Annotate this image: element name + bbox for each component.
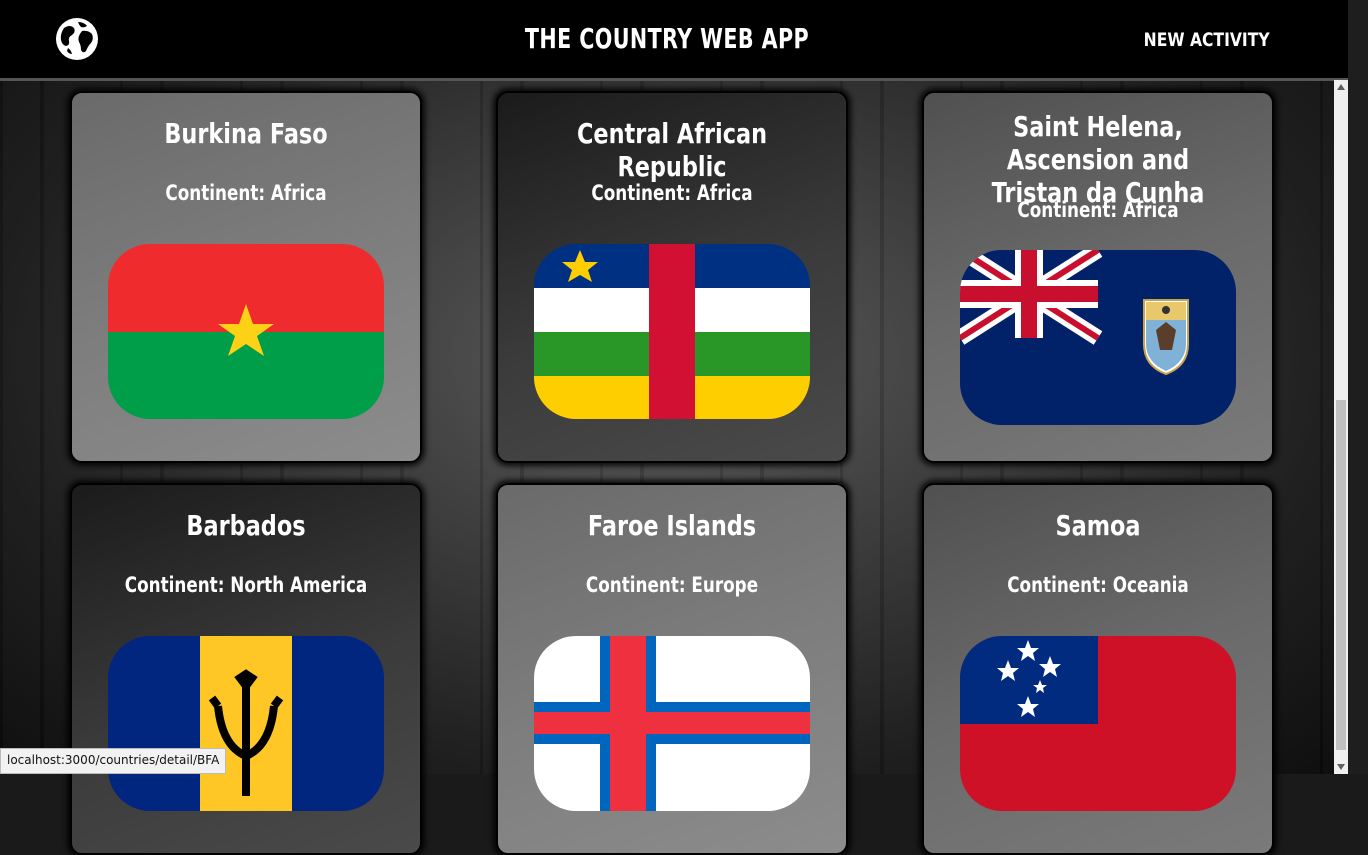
country-name: Barbados xyxy=(186,509,306,542)
country-card[interactable]: Central African Republic Continent: Afri… xyxy=(496,91,848,463)
country-continent: Continent: North America xyxy=(124,573,368,597)
app-title: THE COUNTRY WEB APP xyxy=(524,22,810,55)
central-african-republic-flag xyxy=(534,244,810,419)
new-activity-link[interactable]: NEW ACTIVITY xyxy=(1144,29,1270,51)
country-name: Burkina Faso xyxy=(164,117,328,150)
country-continent: Continent: Oceania xyxy=(1007,573,1189,597)
country-name: Central African Republic xyxy=(576,117,768,183)
country-card[interactable]: Burkina Faso Continent: Africa xyxy=(70,91,422,463)
country-continent: Continent: Africa xyxy=(165,181,327,205)
scroll-down-icon[interactable] xyxy=(1337,764,1345,770)
country-card[interactable]: Samoa Continent: Oceania xyxy=(922,483,1274,855)
country-continent: Continent: Africa xyxy=(1017,198,1179,222)
scroll-up-icon[interactable] xyxy=(1337,84,1345,90)
top-navbar: THE COUNTRY WEB APP NEW ACTIVITY xyxy=(0,0,1348,81)
faroe-islands-flag xyxy=(534,636,810,811)
country-continent: Continent: Europe xyxy=(585,573,759,597)
country-name: Saint Helena, Ascension and Tristan da C… xyxy=(991,110,1205,209)
window-edge xyxy=(1348,0,1368,774)
globe-icon[interactable] xyxy=(54,16,100,62)
samoa-flag xyxy=(960,636,1236,811)
status-bar-url: localhost:3000/countries/detail/BFA xyxy=(0,748,227,774)
country-card[interactable]: Barbados Continent: North America xyxy=(70,483,422,855)
vertical-scrollbar[interactable] xyxy=(1334,80,1348,774)
burkina-faso-flag xyxy=(108,244,384,419)
country-card[interactable]: Saint Helena, Ascension and Tristan da C… xyxy=(922,91,1274,463)
scrollbar-thumb[interactable] xyxy=(1336,400,1346,750)
country-continent: Continent: Africa xyxy=(591,181,753,205)
country-name: Faroe Islands xyxy=(587,509,757,542)
saint-helena-flag xyxy=(960,250,1236,425)
country-card[interactable]: Faroe Islands Continent: Europe xyxy=(496,483,848,855)
barbados-flag xyxy=(108,636,384,811)
country-name: Samoa xyxy=(1055,509,1141,542)
